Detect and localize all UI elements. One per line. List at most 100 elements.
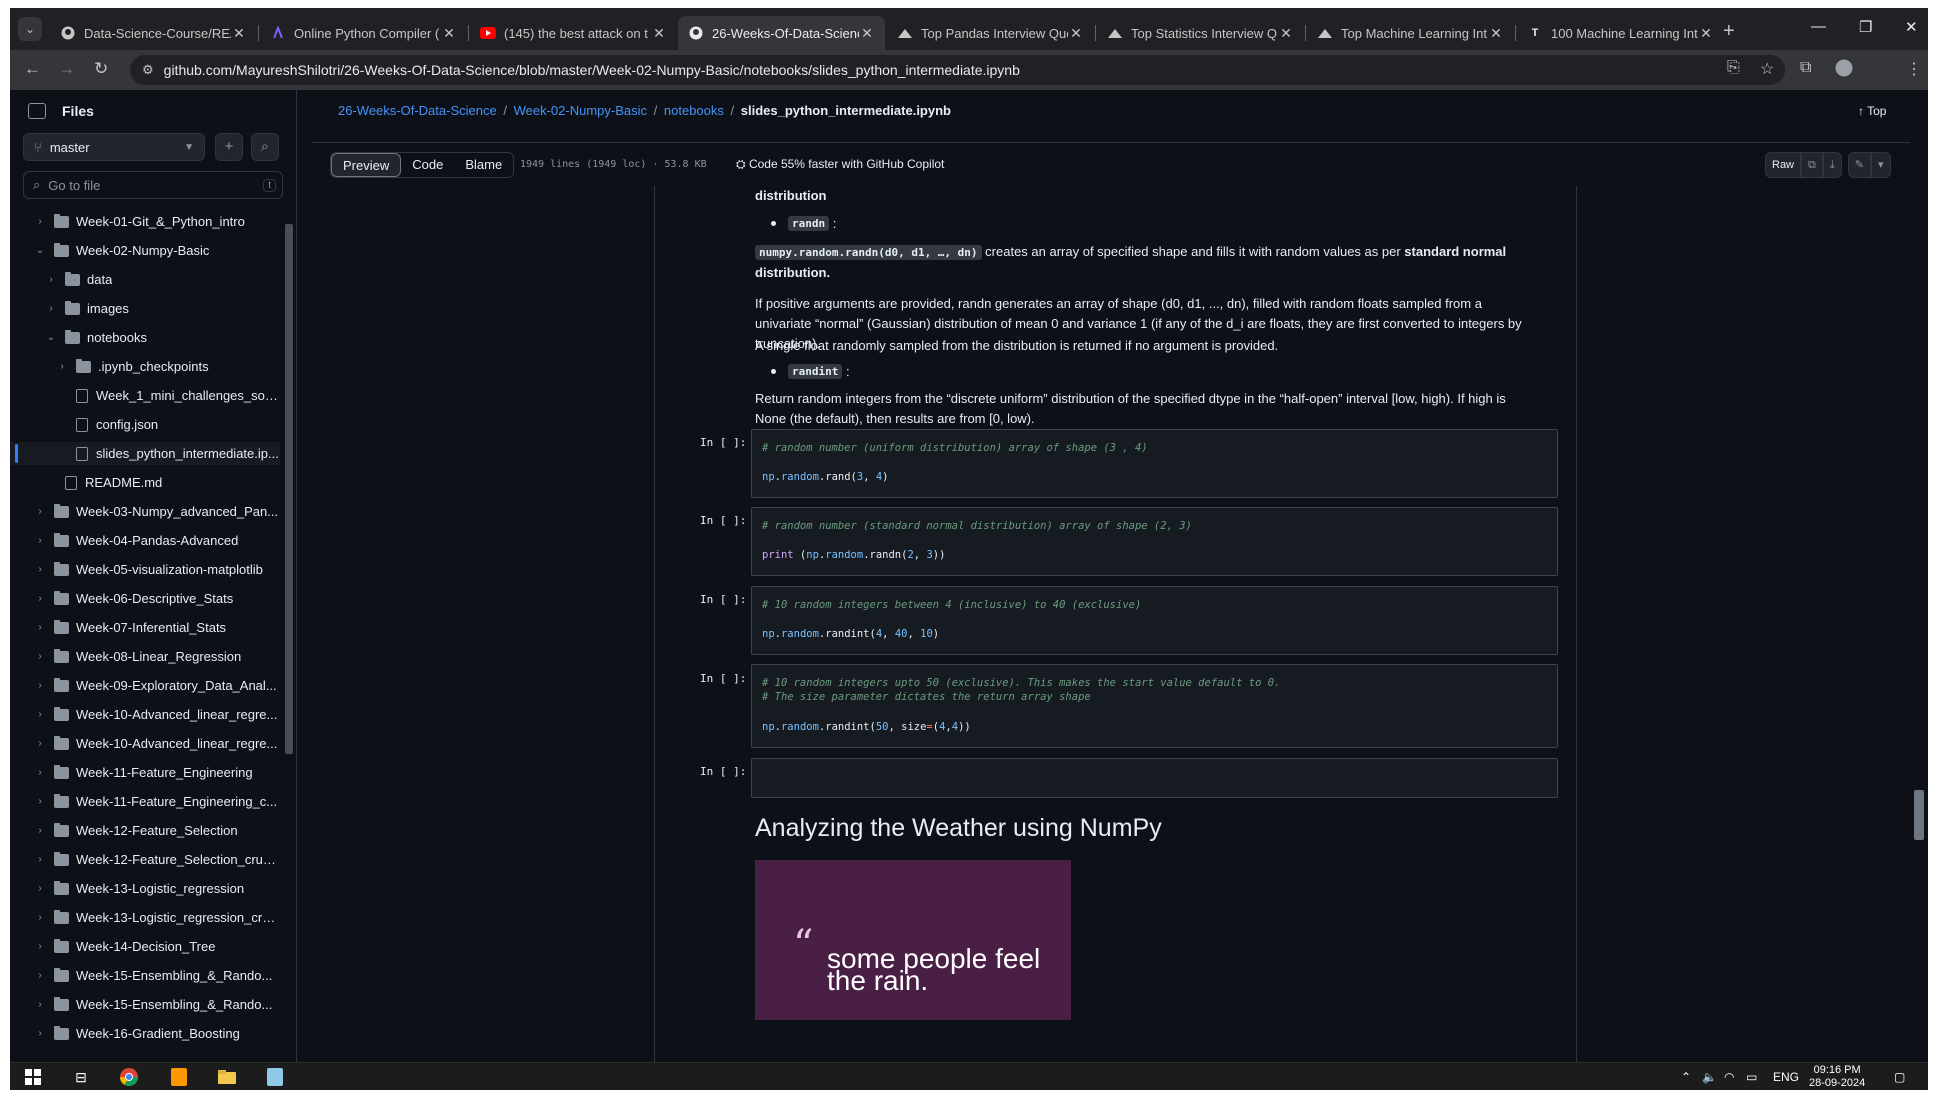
tree-folder-item[interactable]: › Week-07-Inferential_Stats [10, 616, 280, 639]
forward-arrow-icon[interactable]: → [58, 59, 75, 79]
browser-tab[interactable]: Top Machine Learning Int ✕ [1307, 16, 1514, 50]
chevron-right-icon: › [38, 709, 42, 720]
tree-folder-item[interactable]: › Week-03-Numpy_advanced_Pan... [10, 500, 280, 523]
show-hidden-icons-chevron-icon[interactable]: ⌃ [1681, 1070, 1691, 1084]
extensions-icon[interactable]: ⧉ [1800, 59, 1811, 77]
tree-folder-item[interactable]: › Week-05-visualization-matplotlib [10, 558, 280, 581]
restore-icon[interactable]: ❐ [1859, 18, 1872, 36]
close-tab-icon[interactable]: ✕ [231, 25, 247, 42]
tree-folder-item[interactable]: › Week-12-Feature_Selection [10, 819, 280, 842]
tree-folder-item[interactable]: › Week-10-Advanced_linear_regre... [10, 732, 280, 755]
copilot-promo[interactable]: ⛭ Code 55% faster with GitHub Copilot [736, 157, 944, 172]
tree-folder-item[interactable]: › Week-15-Ensembling_&_Rando... [10, 993, 280, 1016]
tree-folder-item[interactable]: › images [10, 297, 280, 320]
menu-kebab-icon[interactable]: ⋮ [1906, 59, 1922, 79]
code-cell[interactable]: # random number (uniform distribution) a… [751, 429, 1558, 498]
browser-tab[interactable]: Top Pandas Interview Que ✕ [887, 16, 1094, 50]
sidebar-scrollbar[interactable] [284, 210, 294, 1030]
tree-file-item[interactable]: README.md [10, 471, 280, 494]
minimize-icon[interactable]: — [1811, 18, 1826, 35]
tree-folder-item[interactable]: › Week-12-Feature_Selection_cruc... [10, 848, 280, 871]
tab-preview[interactable]: Preview [331, 153, 402, 177]
new-tab-button[interactable]: + [1723, 20, 1735, 43]
notifications-icon[interactable]: ▢ [1894, 1070, 1905, 1084]
tree-folder-item[interactable]: › data [10, 268, 280, 291]
tree-folder-item[interactable]: › Week-06-Descriptive_Stats [10, 587, 280, 610]
tab-blame[interactable]: Blame [454, 153, 514, 177]
tree-folder-item[interactable]: ⌄ notebooks [10, 326, 280, 349]
search-button[interactable]: ⌕ [251, 133, 279, 161]
tree-folder-item[interactable]: › Week-11-Feature_Engineering_c... [10, 790, 280, 813]
breadcrumb-folder-link[interactable]: Week-02-Numpy-Basic [514, 103, 647, 118]
tree-file-item[interactable]: config.json [10, 413, 280, 436]
chrome-icon[interactable] [118, 1067, 140, 1087]
close-tab-icon[interactable]: ✕ [859, 25, 875, 42]
browser-tab[interactable]: Top Statistics Interview Q ✕ [1097, 16, 1304, 50]
tree-folder-item[interactable]: ⌄ Week-02-Numpy-Basic [10, 239, 280, 262]
tree-folder-item[interactable]: › .ipynb_checkpoints [10, 355, 280, 378]
back-arrow-icon[interactable]: ← [24, 59, 41, 79]
browser-tab-active[interactable]: 26-Weeks-Of-Data-Scienc ✕ [678, 16, 885, 50]
tree-folder-item[interactable]: › Week-16-Gradient_Boosting [10, 1022, 280, 1045]
browser-tab[interactable]: (145) the best attack on t ✕ [470, 16, 677, 50]
clock[interactable]: 09:16 PM 28-09-2024 [1809, 1064, 1865, 1090]
tree-folder-item[interactable]: › Week-10-Advanced_linear_regre... [10, 703, 280, 726]
code-cell[interactable]: # 10 random integers between 4 (inclusiv… [751, 586, 1558, 655]
close-window-icon[interactable]: ✕ [1905, 18, 1918, 36]
sublime-text-icon[interactable] [168, 1067, 190, 1087]
code-cell[interactable]: # 10 random integers upto 50 (exclusive)… [751, 664, 1558, 748]
install-app-icon[interactable]: ⎘ [1727, 59, 1740, 77]
notepad-icon[interactable] [264, 1067, 286, 1087]
tree-file-item[interactable]: Week_1_mini_challenges_solu... [10, 384, 280, 407]
edit-pencil-icon[interactable]: ✎ [1847, 152, 1871, 178]
code-cell[interactable]: # random number (standard normal distrib… [751, 507, 1558, 576]
tree-folder-item[interactable]: › Week-11-Feature_Engineering [10, 761, 280, 784]
browser-tab[interactable]: Data-Science-Course/REA ✕ [50, 16, 257, 50]
close-tab-icon[interactable]: ✕ [1068, 25, 1084, 42]
windows-start-icon[interactable] [22, 1067, 44, 1087]
tab-search-button[interactable]: ⌄ [18, 17, 42, 41]
breadcrumb-repo-link[interactable]: 26-Weeks-Of-Data-Science [338, 103, 497, 118]
more-options-chevron-icon[interactable]: ▾ [1870, 152, 1891, 178]
tree-folder-item[interactable]: › Week-04-Pandas-Advanced [10, 529, 280, 552]
browser-tab[interactable]: Online Python Compiler ( ✕ [260, 16, 467, 50]
file-explorer-icon[interactable] [216, 1067, 238, 1087]
page-scrollbar[interactable] [1910, 90, 1928, 1062]
tree-folder-item[interactable]: › Week-08-Linear_Regression [10, 645, 280, 668]
site-settings-icon[interactable]: ⚙ [142, 62, 154, 78]
close-tab-icon[interactable]: ✕ [1488, 25, 1504, 42]
bookmark-star-icon[interactable]: ☆ [1760, 59, 1774, 79]
close-tab-icon[interactable]: ✕ [441, 25, 457, 42]
download-icon[interactable]: ⤓ [1822, 152, 1842, 178]
tree-folder-item[interactable]: › Week-09-Exploratory_Data_Anal... [10, 674, 280, 697]
tree-folder-item[interactable]: › Week-15-Ensembling_&_Rando... [10, 964, 280, 987]
empty-code-cell[interactable] [751, 758, 1558, 798]
tree-file-item[interactable]: slides_python_intermediate.ip... [10, 442, 280, 465]
address-bar[interactable]: ⚙ github.com/MayureshShilotri/26-Weeks-O… [130, 55, 1785, 85]
profile-avatar[interactable] [1835, 59, 1853, 82]
tree-folder-item[interactable]: › Week-13-Logistic_regression_cru... [10, 906, 280, 929]
volume-icon[interactable]: 🔈 [1702, 1070, 1717, 1084]
folder-icon [54, 996, 69, 1011]
raw-button[interactable]: Raw [1765, 152, 1802, 178]
tree-folder-item[interactable]: › Week-14-Decision_Tree [10, 935, 280, 958]
tree-folder-item[interactable]: › Week-13-Logistic_regression [10, 877, 280, 900]
close-tab-icon[interactable]: ✕ [651, 25, 667, 42]
go-to-file-input[interactable]: ⌕ Go to file t [23, 171, 283, 199]
copy-icon[interactable]: ⧉ [1801, 152, 1823, 178]
wifi-icon[interactable]: ◠ [1724, 1070, 1734, 1084]
branch-selector[interactable]: ⑂ master ▼ [23, 133, 205, 161]
reload-icon[interactable]: ↻ [94, 59, 108, 79]
tree-folder-item[interactable]: › Week-01-Git_&_Python_intro [10, 210, 280, 233]
close-tab-icon[interactable]: ✕ [1278, 25, 1294, 42]
close-tab-icon[interactable]: ✕ [1698, 25, 1714, 42]
task-view-icon[interactable]: ⊟ [70, 1067, 92, 1087]
collapse-sidebar-icon[interactable] [28, 103, 46, 119]
battery-icon[interactable]: ▭ [1746, 1070, 1757, 1084]
back-to-top-link[interactable]: ↑ Top [1858, 104, 1886, 118]
breadcrumb-subfolder-link[interactable]: notebooks [664, 103, 724, 118]
add-file-button[interactable]: + [215, 133, 243, 161]
tab-code[interactable]: Code [401, 153, 455, 177]
browser-tab[interactable]: T 100 Machine Learning Int ✕ [1517, 16, 1724, 50]
language-indicator[interactable]: ENG [1773, 1070, 1799, 1084]
